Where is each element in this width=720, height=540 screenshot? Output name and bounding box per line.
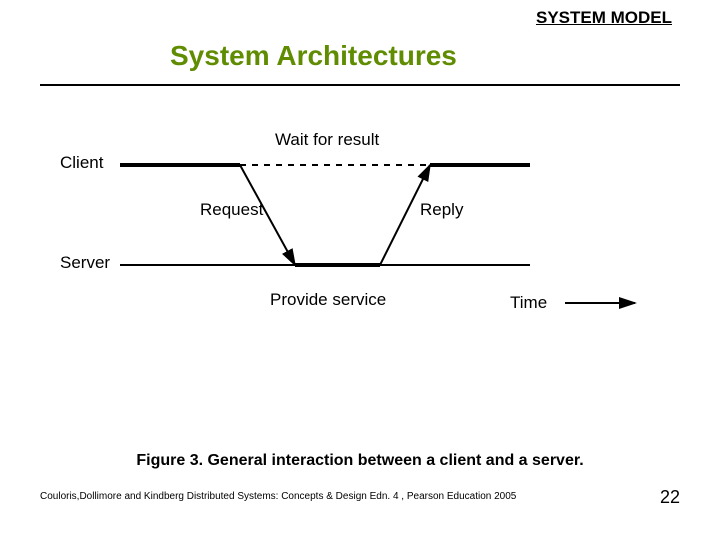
wait-label: Wait for result [275, 130, 380, 149]
credit-line: Couloris,Dollimore and Kindberg Distribu… [40, 491, 516, 502]
page-number: 22 [660, 487, 680, 508]
time-label: Time [510, 293, 547, 312]
slide: SYSTEM MODEL System Architectures Client… [0, 0, 720, 540]
title-rule [40, 84, 680, 86]
provide-label: Provide service [270, 290, 386, 309]
client-label: Client [60, 153, 104, 172]
interaction-diagram: Client Server Wait for result Request Re… [60, 110, 660, 330]
section-heading: SYSTEM MODEL [536, 8, 672, 28]
page-title: System Architectures [170, 40, 457, 72]
reply-label: Reply [420, 200, 464, 219]
figure-caption: Figure 3. General interaction between a … [0, 452, 720, 470]
request-label: Request [200, 200, 264, 219]
server-label: Server [60, 253, 110, 272]
